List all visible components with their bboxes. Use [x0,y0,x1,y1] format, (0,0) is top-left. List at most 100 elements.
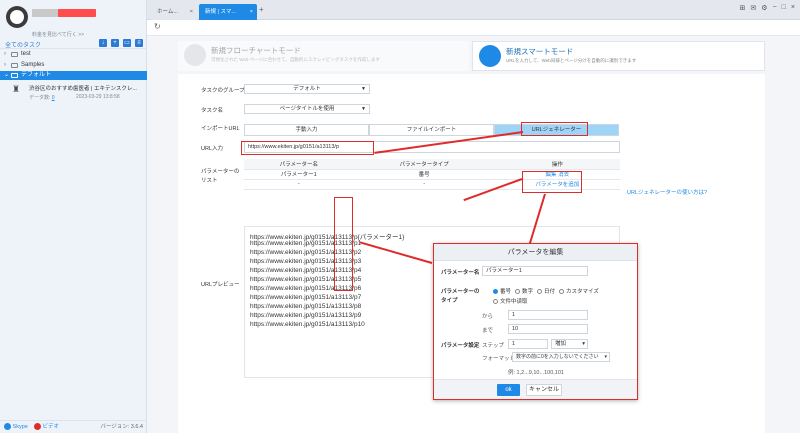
task-item[interactable]: ♜ 渋谷区のおすすめ歯医者 | エキテンスクレ... データ数: 0 2023-… [0,82,147,104]
tree-item-test[interactable]: › test [0,50,147,59]
tab-file-import[interactable]: ファイルインポート [369,124,494,136]
folder-icon [11,73,18,78]
chevron-right-icon[interactable]: › [4,50,6,59]
folder-icon [11,52,18,57]
minimize-icon[interactable]: − [773,4,777,12]
caret-down-icon: ▾ [604,354,607,360]
preview-line: https://www.ekiten.jp/g0151/a13113/p10 [250,321,365,328]
dialog-footer: ok キャンセル [434,379,637,399]
highlight-url-input [241,141,374,155]
task-name-select[interactable]: ページタイトルを使用 ▼ [244,104,370,114]
mail-icon[interactable]: ✉ [750,4,756,12]
upgrade-link[interactable]: 料金を見比べて行く >> [32,31,84,38]
new-task-icon[interactable]: + [111,39,119,47]
close-icon[interactable]: × [190,4,193,20]
tree-item-default[interactable]: ⌄ デフォルト [0,71,147,80]
sidebar: 料金を見比べて行く >> 全てのタスク ↓ + ▭ ≡ › test › Sam… [0,0,147,433]
tree-item-samples[interactable]: › Samples [0,61,147,70]
radio-number[interactable]: 番号 [493,287,511,295]
highlight-url-generator [521,122,588,136]
chevron-right-icon[interactable]: › [4,61,6,70]
toolbar: ↻ [147,20,800,36]
param-type-header: パラメータータイプ [353,159,495,170]
avatar[interactable] [6,6,28,28]
param-type-cell: - [353,179,495,190]
new-folder-icon[interactable]: ▭ [123,39,131,47]
flowchart-mode-card[interactable]: 新規フローチャートモード 可視化された Web ページに合わせて、自動的にスクレ… [178,41,469,71]
param-type-cell: 番号 [353,169,495,180]
group-label: タスクのグループ [201,88,245,94]
preview-line: https://www.ekiten.jp/g0151/a13113/p8 [250,303,362,310]
tree-item-label: デフォルト [21,72,52,78]
param-name-cell: - [244,179,354,190]
to-input[interactable]: 10 [508,324,588,334]
task-list-header: 全てのタスク ↓ + ▭ ≡ [0,38,147,49]
param-name-header: パラメーター名 [244,159,354,170]
url-preview-label: URLプレビュー [201,282,240,288]
ok-button[interactable]: ok [497,384,520,396]
highlight-preview-params [334,197,353,291]
step-mode-select[interactable]: 増加 ▾ [551,339,588,349]
from-input[interactable]: 1 [508,310,588,320]
all-tasks-label[interactable]: 全てのタスク [5,40,41,49]
edit-param-dialog: パラメータを編集 パラメーター名 パラメーター1 パラメーターのタイプ 番号 数… [433,243,638,400]
account-badge-redacted [58,9,96,17]
param-name-cell: パラメーター1 [244,169,354,180]
step-label: ステップ [482,343,505,349]
param-setting-label: パラメータ設定 [441,343,480,349]
param-ops-header: 操作 [494,159,620,170]
import-icon[interactable]: ↓ [99,39,107,47]
maximize-icon[interactable]: □ [782,4,786,12]
close-icon[interactable]: × [250,4,253,20]
video-link[interactable]: ビデオ [34,421,59,434]
tab-manual-input[interactable]: 手動入力 [244,124,369,136]
smart-mode-title: 新規スマートモード [506,47,574,56]
skype-link[interactable]: Skype [4,421,28,434]
smart-mode-desc: URLを入力して、Web同様とページ分けを自動的に識別できます [506,58,637,63]
tab-new-smart[interactable]: 新規 | スマ... × [199,4,257,20]
task-name-label: タスク名 [201,108,224,114]
help-link[interactable]: URLジェネレーターの使い方は? [627,188,707,196]
close-window-icon[interactable]: × [791,4,795,12]
robot-icon [479,45,501,67]
preview-line: https://www.ekiten.jp/g0151/a13113/p7 [250,294,362,301]
format-label: フォーマット [482,356,516,362]
window-controls: ⊞ ✉ ⚙ − □ × [740,4,795,12]
flowchart-mode-title: 新規フローチャートモード [211,46,301,55]
radio-digit[interactable]: 数字 [515,287,533,295]
flowchart-mode-desc: 可視化された Web ページに合わせて、自動的にスクレイピングタスクを作成します [211,57,380,62]
format-select[interactable]: 数字の前に0を入力しないでください ▾ [512,352,610,362]
from-label: から [482,314,494,320]
tree-item-label: test [21,51,31,57]
param-name-input[interactable]: パラメーター1 [482,266,588,276]
example-text: 例: 1,2...9,10...100,101 [508,370,564,376]
version-label: バージョン: 3.6.4 [100,424,143,430]
robot-icon: ♜ [12,84,21,94]
tab-home[interactable]: ホーム... × [151,4,197,20]
folder-icon [11,63,18,68]
chevron-down-icon[interactable]: ⌄ [4,71,9,80]
group-select[interactable]: デフォルト ▼ [244,84,370,94]
reload-icon[interactable]: ↻ [154,22,161,31]
caret-down-icon: ▾ [582,341,585,347]
app-window: 料金を見比べて行く >> 全てのタスク ↓ + ▭ ≡ › test › Sam… [0,0,800,433]
radio-date[interactable]: 日付 [537,287,555,295]
to-label: まで [482,328,494,334]
cancel-button[interactable]: キャンセル [526,384,562,396]
radio-custom[interactable]: カスタマイズ [559,287,599,295]
dialog-title: パラメータを編集 [434,244,637,261]
task-date: 2023-03-29 13:8:58 [76,94,120,100]
gear-icon[interactable]: ⚙ [761,4,767,12]
step-input[interactable]: 1 [508,339,548,349]
tab-bar: ホーム... × 新規 | スマ... × + ⊞ ✉ ⚙ − □ × [147,0,800,20]
new-tab-button[interactable]: + [259,5,264,14]
more-icon[interactable]: ≡ [135,39,143,47]
task-data-count: データ数: 0 [29,95,55,101]
sidebar-footer: Skype ビデオ バージョン: 3.6.4 [0,420,147,433]
smart-mode-card[interactable]: 新規スマートモード URLを入力して、Web同様とページ分けを自動的に識別できま… [472,41,765,71]
param-name-label: パラメーター名 [441,270,480,276]
radio-from-file[interactable]: 文件中读取 [493,297,528,305]
gift-icon[interactable]: ⊞ [740,4,746,12]
caret-down-icon: ▼ [361,106,366,112]
param-type-label: パラメーターのタイプ [441,289,480,304]
